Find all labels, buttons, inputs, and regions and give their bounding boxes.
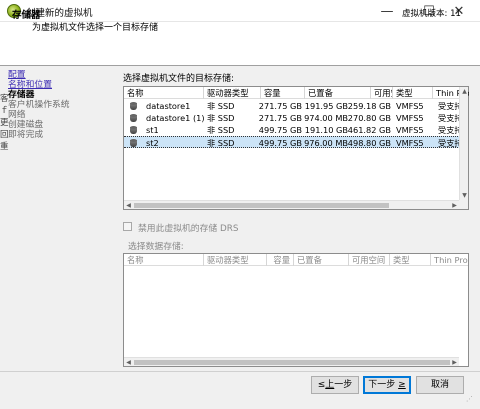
nav-step-name-location[interactable]: 名称和位置 bbox=[8, 80, 108, 90]
left-edge-fragments: 客 ｆ 更 回 重 bbox=[0, 93, 9, 153]
left-edge-fragment: 更 bbox=[0, 118, 9, 128]
scroll-left-arrow-icon[interactable]: ◀ bbox=[124, 201, 133, 210]
horizontal-scroll-thumb[interactable] bbox=[134, 360, 450, 365]
datastore-icon bbox=[130, 114, 137, 123]
nav-step-ready-complete: 即将完成 bbox=[8, 130, 44, 140]
scroll-right-arrow-icon[interactable]: ▶ bbox=[450, 358, 459, 367]
datastore-icon bbox=[130, 102, 137, 111]
nav-step-network: 网络 bbox=[8, 110, 26, 120]
datastore-name: datastore1 bbox=[146, 101, 191, 111]
col-thin-provisioning: Thin Provi bbox=[434, 255, 468, 265]
datastore-selection-header: 名称 驱动器类型 容量 已置备 可用空间 类型 Thin Provi bbox=[124, 254, 468, 266]
disable-storage-drs-label: 禁用此虚拟机的存储 DRS bbox=[138, 224, 239, 234]
back-button-accesskey: 上 bbox=[325, 380, 335, 390]
nav-step-create-disk: 创建磁盘 bbox=[8, 120, 44, 130]
col-type: 类型 bbox=[390, 254, 431, 266]
col-free-space[interactable]: 可用空间 bbox=[371, 87, 393, 99]
next-button-accesskey: ≥ bbox=[398, 380, 406, 390]
select-storage-label: 选择虚拟机文件的目标存储: bbox=[123, 74, 235, 84]
col-provisioned[interactable]: 已置备 bbox=[305, 87, 371, 99]
datastore-icon bbox=[130, 126, 137, 135]
datastore-type: VMFS5 bbox=[396, 125, 424, 135]
col-provisioned: 已置备 bbox=[294, 254, 349, 266]
nav-step-guest-os: 客户机操作系统 bbox=[8, 100, 70, 110]
vm-version-label: 虚拟机版本: 11 bbox=[402, 9, 461, 19]
col-name: 名称 bbox=[124, 254, 204, 266]
col-name[interactable]: 名称 bbox=[124, 87, 204, 99]
next-button[interactable]: 下一步 ≥ bbox=[363, 376, 411, 394]
col-drive-type[interactable]: 驱动器类型 bbox=[204, 87, 261, 99]
scroll-right-arrow-icon[interactable]: ▶ bbox=[450, 201, 459, 210]
resize-grip-icon[interactable]: ⋰ bbox=[466, 396, 476, 407]
cancel-button[interactable]: 取消 bbox=[416, 376, 464, 394]
datastore-free: 461.82 GB bbox=[347, 125, 391, 135]
datastore-table: 名称 驱动器类型 容量 已置备 可用空间 类型 Thin Provi datas… bbox=[123, 86, 469, 210]
col-type[interactable]: 类型 bbox=[393, 87, 433, 99]
page-subtitle: 为虚拟机文件选择一个目标存储 bbox=[32, 23, 159, 33]
datastore-name: st1 bbox=[146, 125, 159, 135]
scroll-up-arrow-icon[interactable]: ▲ bbox=[460, 87, 469, 96]
datastore-capacity: 271.75 GB bbox=[258, 101, 302, 111]
col-capacity[interactable]: 容量 bbox=[261, 87, 305, 99]
left-edge-fragment: 回 bbox=[0, 130, 9, 140]
datastore-row[interactable]: st1 非 SSD 499.75 GB 191.10 GB 461.82 GB … bbox=[124, 124, 463, 136]
datastore-free: 270.80 GB bbox=[347, 113, 391, 123]
disable-storage-drs-checkbox[interactable] bbox=[123, 222, 132, 231]
footer-divider bbox=[0, 371, 480, 372]
next-button-prefix: 下一步 bbox=[368, 380, 399, 390]
horizontal-scroll-thumb[interactable] bbox=[134, 203, 389, 208]
datastore-name: st2 bbox=[146, 138, 159, 148]
datastore-selection-table: 名称 驱动器类型 容量 已置备 可用空间 类型 Thin Provi ◀ ▶ bbox=[123, 253, 469, 367]
datastore-row[interactable]: datastore1 非 SSD 271.75 GB 191.95 GB 259… bbox=[124, 100, 463, 112]
datastore-icon bbox=[130, 139, 137, 148]
nav-step-configuration[interactable]: 配置 bbox=[8, 70, 108, 80]
nav-step-storage: 存储器 bbox=[8, 90, 35, 100]
wizard-steps-nav: 配置 名称和位置 存储器 客户机操作系统 网络 创建磁盘 即将完成 bbox=[8, 70, 108, 140]
select-datastore-label: 选择数据存储: bbox=[128, 242, 184, 252]
datastore-type: VMFS5 bbox=[396, 138, 424, 148]
datastore-row-selected[interactable]: st2 非 SSD 499.75 GB 976.00 MB 498.80 GB … bbox=[124, 136, 463, 148]
horizontal-scrollbar[interactable]: ◀ ▶ bbox=[124, 200, 459, 209]
page-title: 存储器 bbox=[12, 10, 41, 21]
datastore-free: 259.18 GB bbox=[347, 101, 391, 111]
vertical-scrollbar[interactable]: ▲ ▼ bbox=[459, 87, 468, 200]
datastore-free: 498.80 GB bbox=[347, 138, 391, 148]
datastore-capacity: 499.75 GB bbox=[258, 125, 302, 135]
datastore-table-header: 名称 驱动器类型 容量 已置备 可用空间 类型 Thin Provi bbox=[124, 87, 469, 99]
datastore-provisioned: 191.10 GB bbox=[304, 125, 348, 135]
datastore-name: datastore1 (1) bbox=[146, 113, 204, 123]
left-edge-fragment: ｆ bbox=[0, 106, 9, 116]
datastore-capacity: 499.75 GB bbox=[258, 138, 302, 148]
datastore-capacity: 271.75 GB bbox=[258, 113, 302, 123]
datastore-provisioned: 974.00 MB bbox=[304, 113, 348, 123]
horizontal-scrollbar[interactable]: ◀ ▶ bbox=[124, 357, 459, 366]
left-edge-fragment: 重 bbox=[0, 142, 9, 152]
datastore-type: VMFS5 bbox=[396, 101, 424, 111]
datastore-provisioned: 976.00 MB bbox=[304, 138, 348, 148]
col-capacity: 容量 bbox=[267, 254, 294, 266]
col-free-space: 可用空间 bbox=[349, 254, 390, 266]
back-button-suffix: 一步 bbox=[334, 380, 353, 390]
back-button[interactable]: ≤上一步 bbox=[311, 376, 359, 394]
scroll-left-arrow-icon[interactable]: ◀ bbox=[124, 358, 133, 367]
datastore-provisioned: 191.95 GB bbox=[304, 101, 348, 111]
col-drive-type: 驱动器类型 bbox=[204, 254, 267, 266]
left-edge-fragment: 客 bbox=[0, 94, 9, 104]
datastore-type: VMFS5 bbox=[396, 113, 424, 123]
scroll-down-arrow-icon[interactable]: ▼ bbox=[460, 191, 469, 200]
datastore-row[interactable]: datastore1 (1) 非 SSD 271.75 GB 974.00 MB… bbox=[124, 112, 463, 124]
